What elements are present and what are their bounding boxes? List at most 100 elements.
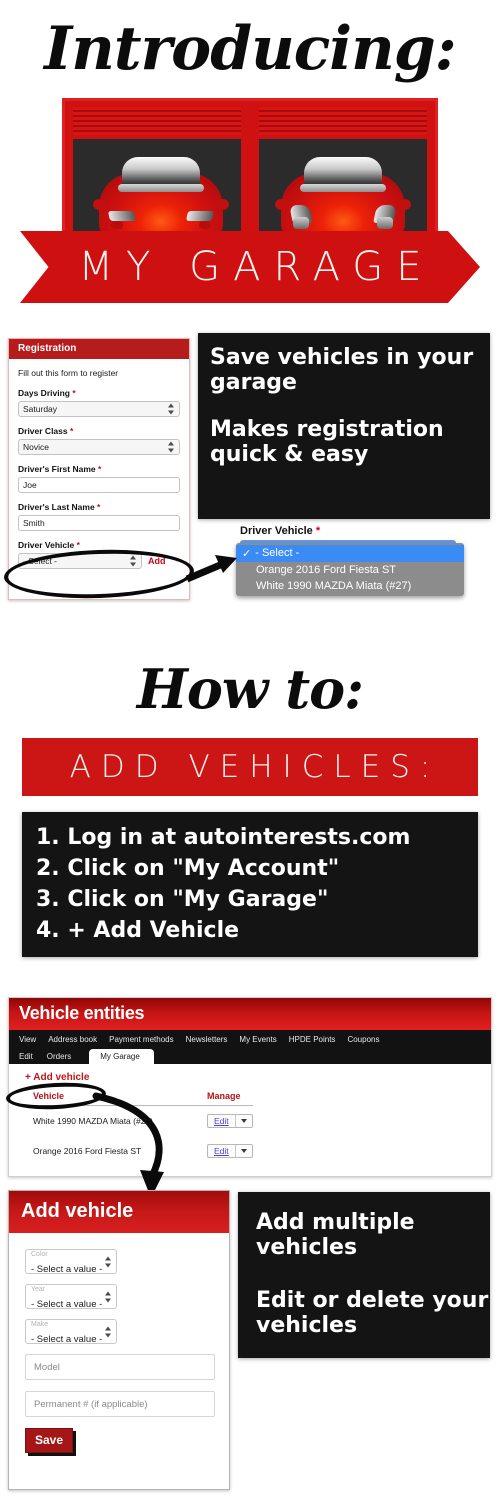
- garage-door-louvers-right: [259, 107, 427, 135]
- dropdown-option-label: - Select -: [255, 547, 300, 559]
- multi-line-2: Edit or delete your vehicles: [256, 1288, 489, 1338]
- tab-my-events[interactable]: My Events: [239, 1035, 288, 1047]
- stepper-icon: [168, 403, 175, 415]
- dropdown-label-text: Driver Vehicle: [240, 525, 313, 537]
- first-name-input[interactable]: Joe: [18, 477, 180, 493]
- make-select[interactable]: Make - Select a value -: [25, 1319, 117, 1345]
- garage-illustration: [62, 98, 438, 243]
- driver-vehicle-label-text: Driver Vehicle: [18, 540, 75, 550]
- garage-door-louvers-left: [73, 107, 241, 135]
- permanent-number-input[interactable]: Permanent # (if applicable): [25, 1391, 215, 1417]
- color-value: - Select a value -: [31, 1264, 103, 1275]
- benefit-line-2: Makes registration quick & easy: [210, 417, 444, 467]
- last-name-input[interactable]: Smith: [18, 515, 180, 531]
- garage-bay-right: [259, 139, 427, 235]
- table-header-row: Vehicle Manage: [33, 1091, 253, 1106]
- car-icon-left: [93, 157, 229, 235]
- list-item: 1. Log in at autointerests.com: [36, 825, 411, 850]
- year-select[interactable]: Year - Select a value -: [25, 1284, 117, 1310]
- stepper-icon: [130, 555, 137, 567]
- make-field-label: Make: [31, 1321, 49, 1328]
- days-driving-label: Days Driving *: [18, 388, 180, 398]
- edit-link[interactable]: Edit: [208, 1116, 235, 1126]
- list-item: 2. Click on "My Account": [36, 856, 340, 881]
- tab-newsletters[interactable]: Newsletters: [186, 1035, 240, 1047]
- add-vehicle-button[interactable]: + Add vehicle: [25, 1072, 491, 1083]
- stepper-icon: [105, 1326, 112, 1337]
- last-name-label: Driver's Last Name *: [18, 502, 180, 512]
- list-item: 3. Click on "My Garage": [36, 887, 329, 912]
- dropdown-option-select[interactable]: ✓ - Select -: [236, 545, 464, 562]
- vehicle-dropdown-list[interactable]: ✓ - Select - Orange 2016 Ford Fiesta ST …: [236, 543, 464, 596]
- driver-vehicle-dropdown-callout: Driver Vehicle *: [240, 525, 490, 545]
- add-vehicle-form-header: Add vehicle: [9, 1191, 229, 1233]
- column-header-manage: Manage: [173, 1091, 253, 1106]
- infographic-page: Introducing: MY GARAGE Registration Fill…: [0, 0, 500, 1500]
- tab-payment-methods[interactable]: Payment methods: [109, 1035, 185, 1047]
- model-input[interactable]: Model: [25, 1354, 215, 1380]
- howto-steps-list: 1. Log in at autointerests.com 2. Click …: [36, 822, 478, 946]
- color-field-label: Color: [31, 1251, 48, 1258]
- edit-split-button[interactable]: Edit: [207, 1144, 253, 1158]
- column-header-vehicle: Vehicle: [33, 1091, 173, 1106]
- last-name-value: Smith: [23, 518, 45, 528]
- tab-row-secondary: Edit Orders My Garage: [17, 1047, 491, 1064]
- stepper-icon: [168, 441, 175, 453]
- chevron-down-icon[interactable]: [234, 1115, 252, 1127]
- benefits-callout: Save vehicles in your garage Makes regis…: [198, 333, 490, 519]
- driver-vehicle-value: - Select -: [23, 556, 58, 566]
- days-driving-value: Saturday: [23, 404, 58, 414]
- tab-view[interactable]: View: [17, 1035, 48, 1047]
- first-name-label-text: Driver's First Name: [18, 464, 96, 474]
- my-garage-ribbon: MY GARAGE: [20, 231, 480, 303]
- driver-vehicle-row: - Select - Add: [18, 553, 180, 569]
- required-marker: *: [98, 464, 102, 474]
- dropdown-label: Driver Vehicle *: [240, 525, 490, 537]
- my-garage-panel-body: + Add vehicle Vehicle Manage White 1990 …: [9, 1064, 491, 1166]
- last-name-label-text: Driver's Last Name: [18, 502, 95, 512]
- registration-form-card: Registration Fill out this form to regis…: [8, 338, 190, 600]
- cell-manage: Edit: [173, 1136, 253, 1166]
- edit-link[interactable]: Edit: [208, 1146, 235, 1156]
- permanent-number-placeholder: Permanent # (if applicable): [34, 1398, 148, 1410]
- stepper-icon: [105, 1256, 112, 1267]
- add-vehicle-link[interactable]: Add: [148, 556, 166, 566]
- add-vehicle-form-body: Color - Select a value - Year - Select a…: [9, 1233, 229, 1453]
- add-vehicles-banner: ADD VEHICLES:: [22, 738, 478, 796]
- dropdown-option-miata[interactable]: White 1990 MAZDA Miata (#27): [236, 578, 464, 594]
- required-marker: *: [97, 502, 101, 512]
- cell-manage: Edit: [173, 1106, 253, 1137]
- howto-title: How to:: [136, 657, 364, 721]
- add-vehicle-form-card: Add vehicle Color - Select a value - Yea…: [8, 1190, 230, 1490]
- tab-edit[interactable]: Edit: [17, 1052, 47, 1064]
- tab-bar: View Address book Payment methods Newsle…: [9, 1030, 491, 1064]
- registration-header: Registration: [9, 339, 189, 359]
- tab-my-garage[interactable]: My Garage: [89, 1049, 154, 1064]
- add-vehicles-banner-label: ADD VEHICLES:: [69, 749, 441, 785]
- car-icon-right: [275, 157, 411, 235]
- color-select[interactable]: Color - Select a value -: [25, 1249, 117, 1275]
- table-row: White 1990 MAZDA Miata (#27) Edit: [33, 1106, 253, 1137]
- save-button[interactable]: Save: [25, 1428, 74, 1453]
- howto-steps-callout: 1. Log in at autointerests.com 2. Click …: [22, 812, 478, 957]
- chevron-down-icon[interactable]: [234, 1145, 252, 1157]
- page-title: Vehicle entities: [9, 998, 491, 1030]
- days-driving-select[interactable]: Saturday: [18, 401, 180, 417]
- days-driving-label-text: Days Driving: [18, 388, 70, 398]
- driver-vehicle-select[interactable]: - Select -: [18, 553, 142, 569]
- edit-split-button[interactable]: Edit: [207, 1114, 253, 1128]
- tab-address-book[interactable]: Address book: [48, 1035, 109, 1047]
- driver-class-value: Novice: [23, 442, 49, 452]
- required-marker: *: [76, 540, 80, 550]
- dropdown-option-fiesta[interactable]: Orange 2016 Ford Fiesta ST: [236, 562, 464, 578]
- driver-class-select[interactable]: Novice: [18, 439, 180, 455]
- vehicle-table: Vehicle Manage White 1990 MAZDA Miata (#…: [33, 1091, 253, 1166]
- table-row: Orange 2016 Ford Fiesta ST Edit: [33, 1136, 253, 1166]
- checkmark-icon: ✓: [242, 548, 252, 560]
- tab-orders[interactable]: Orders: [47, 1052, 85, 1064]
- first-name-label: Driver's First Name *: [18, 464, 180, 474]
- tab-hpde-points[interactable]: HPDE Points: [289, 1035, 348, 1047]
- year-value: - Select a value -: [31, 1299, 103, 1310]
- tab-row-primary: View Address book Payment methods Newsle…: [17, 1030, 491, 1047]
- tab-coupons[interactable]: Coupons: [347, 1035, 391, 1047]
